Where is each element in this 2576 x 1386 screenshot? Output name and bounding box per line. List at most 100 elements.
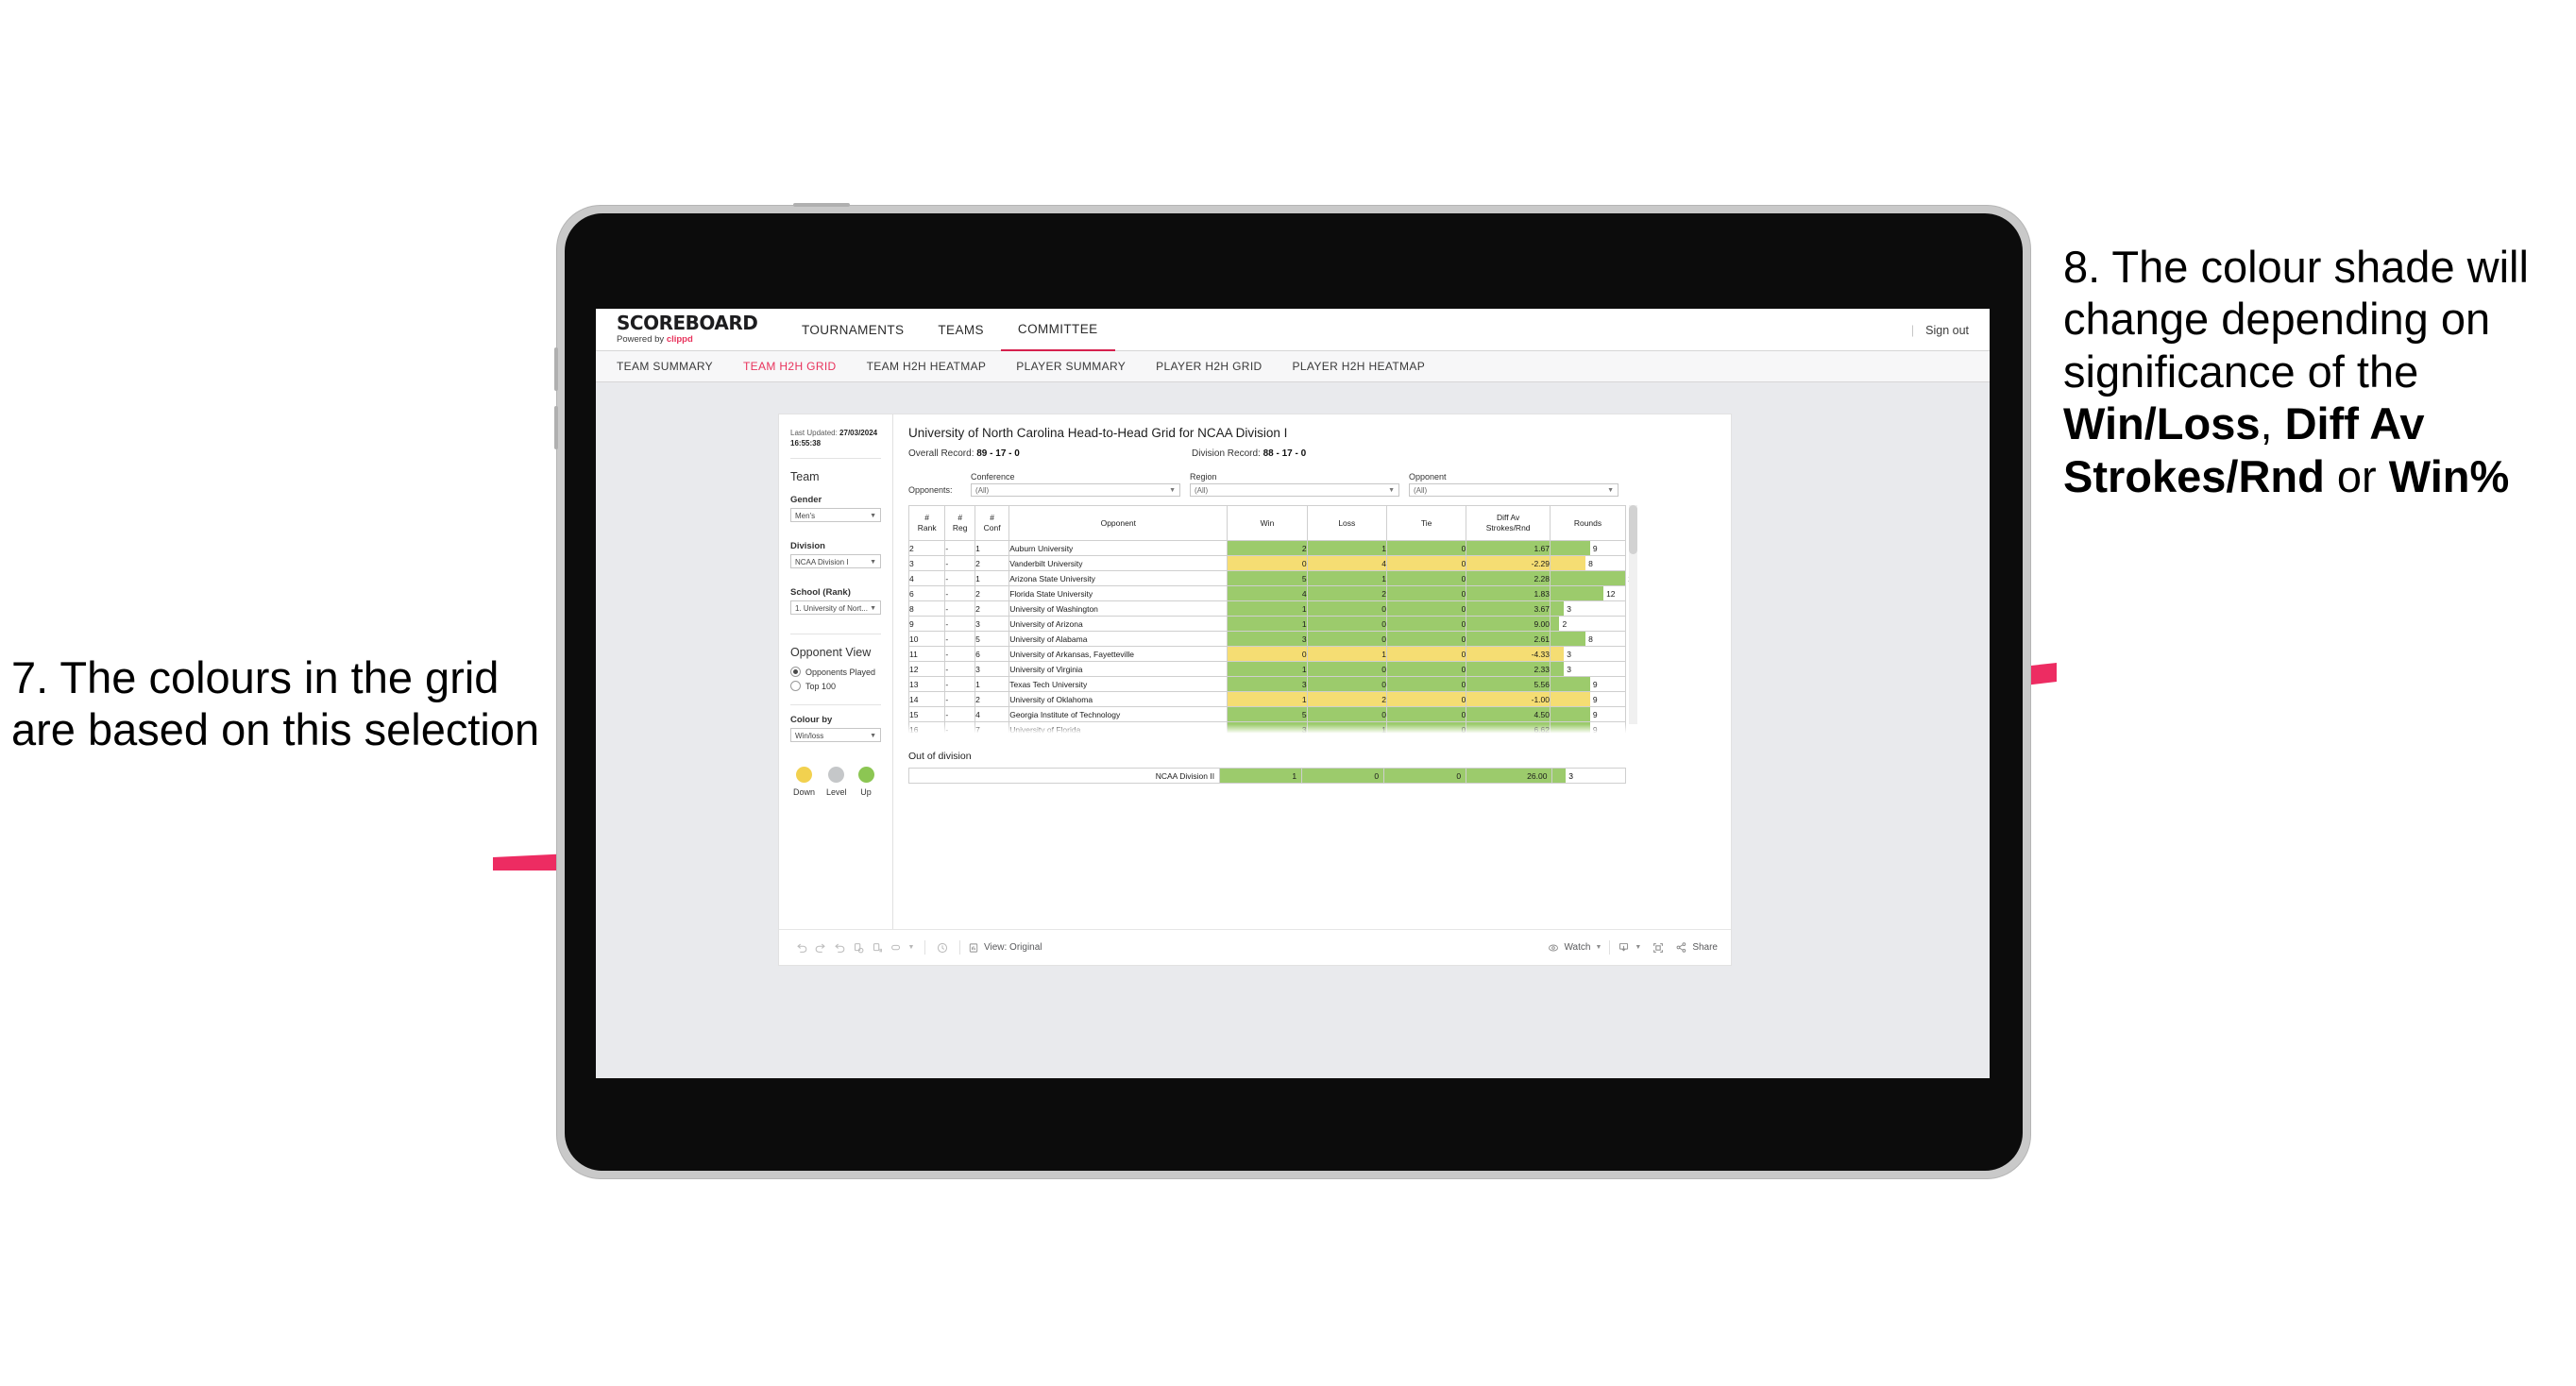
cell-win: 1 xyxy=(1227,616,1308,632)
region-filter-select[interactable]: (All) ▼ xyxy=(1190,483,1399,497)
cell-rounds: 17 xyxy=(1550,570,1636,586)
divider xyxy=(790,704,881,705)
pause-icon[interactable] xyxy=(868,938,887,957)
gender-filter-select[interactable]: Men's ▼ xyxy=(790,508,881,522)
cell-tie: 0 xyxy=(1385,600,1467,617)
school-filter-select[interactable]: 1. University of Nort... ▼ xyxy=(790,600,881,615)
share-button[interactable]: Share xyxy=(1675,941,1718,954)
rounds-value: 3 xyxy=(1567,649,1571,659)
gender-filter-label: Gender xyxy=(790,495,822,505)
cell-conf: 5 xyxy=(974,631,1010,647)
view-icon xyxy=(969,942,978,953)
opponent-filter-label: Opponent xyxy=(1409,472,1447,482)
nav-item-committee[interactable]: COMMITTEE xyxy=(1000,309,1115,351)
cell-win: 1 xyxy=(1219,768,1303,784)
radio-opponents-played[interactable]: Opponents Played xyxy=(790,667,881,677)
division-filter-select[interactable]: NCAA Division I ▼ xyxy=(790,554,881,568)
table-row[interactable]: 2-1 Auburn University 2 1 0 1.67 9 xyxy=(907,540,1626,556)
opponent-filter-select[interactable]: (All) ▼ xyxy=(1409,483,1618,497)
legend-caption: Level xyxy=(826,787,847,797)
opponent-filter-row: Opponents: Conference (All) ▼ Region (Al xyxy=(908,472,1716,497)
table-row[interactable]: 4-1Arizona State University5102.2817 xyxy=(907,570,1636,586)
watch-button[interactable]: Watch ▼ xyxy=(1548,942,1602,954)
column-header-tie[interactable]: Tie xyxy=(1385,505,1467,541)
region-filter-label: Region xyxy=(1190,472,1217,482)
column-header-diff-av-strokes[interactable]: Diff Av Strokes/Rnd xyxy=(1466,505,1551,541)
redo-icon[interactable] xyxy=(811,938,830,957)
subnav-item-player-h2h-grid[interactable]: PLAYER H2H GRID xyxy=(1141,360,1277,373)
out-of-division-body: NCAA Division II 1 0 0 26.00 3 xyxy=(907,768,1626,784)
alerts-icon[interactable] xyxy=(933,938,952,957)
cell-loss: 0 xyxy=(1306,706,1387,722)
table-row[interactable]: 14-2 University of Oklahoma 1 2 0 -1.00 9 xyxy=(907,691,1626,707)
subnav-item-team-h2h-heatmap[interactable]: TEAM H2H HEATMAP xyxy=(852,360,1002,373)
radio-icon xyxy=(790,667,801,677)
table-row[interactable]: 12-3 University of Virginia 1 0 0 2.33 3 xyxy=(907,661,1626,677)
table-row[interactable]: 10-5 University of Alabama 3 0 0 2.61 8 xyxy=(907,631,1626,647)
share-icon xyxy=(1676,942,1686,953)
column-header-reg[interactable]: # Reg xyxy=(944,505,976,541)
radio-icon xyxy=(790,681,801,691)
subnav-item-player-h2h-heatmap[interactable]: PLAYER H2H HEATMAP xyxy=(1278,360,1441,373)
subnav-item-player-summary[interactable]: PLAYER SUMMARY xyxy=(1001,360,1141,373)
radio-top-100[interactable]: Top 100 xyxy=(790,681,881,691)
cell-conf: 4 xyxy=(974,706,1010,722)
cell-win: 3 xyxy=(1227,676,1308,692)
conference-filter-select[interactable]: (All) ▼ xyxy=(971,483,1180,497)
cell-rounds: 3 xyxy=(1550,600,1626,617)
table-row[interactable]: 13-1 Texas Tech University 3 0 0 5.56 9 xyxy=(907,676,1626,692)
undo-icon[interactable] xyxy=(792,938,811,957)
refresh-icon[interactable] xyxy=(849,938,868,957)
nav-item-tournaments[interactable]: TOURNAMENTS xyxy=(785,309,921,351)
radio-label: Top 100 xyxy=(805,681,837,691)
column-header-loss[interactable]: Loss xyxy=(1306,505,1387,541)
chevron-down-icon[interactable]: ▼ xyxy=(906,938,917,957)
subnav-item-team-summary[interactable]: TEAM SUMMARY xyxy=(596,360,728,373)
table-row[interactable]: 3-2 Vanderbilt University 0 4 0 -2.29 8 xyxy=(907,555,1626,571)
fullscreen-icon[interactable] xyxy=(1649,938,1668,957)
chevron-down-icon: ▼ xyxy=(1595,944,1602,951)
nav-item-teams[interactable]: TEAMS xyxy=(921,309,1001,351)
overall-record-value: 89 - 17 - 0 xyxy=(976,448,1020,459)
table-fade-overlay xyxy=(908,724,1639,737)
cell-win: 2 xyxy=(1227,540,1308,556)
table-scrollbar-thumb[interactable] xyxy=(1629,505,1637,554)
cell-rank: 9 xyxy=(907,616,946,632)
table-row[interactable]: 9-3 University of Arizona 1 0 0 9.00 2 xyxy=(907,616,1626,632)
cell-rounds: 9 xyxy=(1550,691,1626,707)
column-header-rank[interactable]: # Rank xyxy=(907,505,946,541)
table-row[interactable]: 8-2 University of Washington 1 0 0 3.67 3 xyxy=(907,600,1626,617)
cell-diff: 3.67 xyxy=(1466,600,1551,617)
revert-icon[interactable] xyxy=(830,938,849,957)
cell-rank: 15 xyxy=(907,706,946,722)
table-row[interactable]: 15-4 Georgia Institute of Technology 5 0 0 4.… xyxy=(907,706,1626,722)
cell-rounds: 9 xyxy=(1550,540,1626,556)
table-row[interactable]: 11-6 University of Arkansas, Fayetteville… xyxy=(907,646,1626,662)
table-row[interactable]: 6-2 Florida State University 4 2 0 1.83 12 xyxy=(907,585,1626,601)
cell-tie: 0 xyxy=(1385,570,1467,586)
grid-panel: University of North Carolina Head-to-Hea… xyxy=(893,414,1731,929)
colour-by-select[interactable]: Win/loss ▼ xyxy=(790,728,881,742)
app-screen: SCOREBOARD Powered by clippd TOURNAMENTS… xyxy=(596,309,1990,1078)
rounds-bar xyxy=(1551,541,1590,555)
subnav-item-team-h2h-grid[interactable]: TEAM H2H GRID xyxy=(728,360,852,373)
sign-out-link[interactable]: Sign out xyxy=(1925,324,1969,337)
cell-diff: 2.61 xyxy=(1466,631,1551,647)
column-header-conf[interactable]: # Conf xyxy=(974,505,1010,541)
pan-icon[interactable] xyxy=(887,938,906,957)
cell-conf: 1 xyxy=(974,540,1010,556)
cell-tie: 0 xyxy=(1385,691,1467,707)
cell-diff: 26.00 xyxy=(1466,768,1553,784)
column-header-opponent[interactable]: Opponent xyxy=(1008,505,1229,541)
cell-opponent: University of Arkansas, Fayetteville xyxy=(1008,646,1229,662)
out-of-division-row[interactable]: NCAA Division II 1 0 0 26.00 3 xyxy=(907,768,1626,784)
download-icon xyxy=(1619,942,1629,952)
column-header-win[interactable]: Win xyxy=(1227,505,1308,541)
rounds-bar xyxy=(1551,677,1590,691)
download-button[interactable]: ▼ xyxy=(1618,941,1641,954)
view-original-button[interactable]: View: Original xyxy=(968,942,1042,954)
divider: | xyxy=(1910,323,1915,337)
cell-win: 1 xyxy=(1227,600,1308,617)
column-header-rounds[interactable]: Rounds xyxy=(1550,505,1626,541)
cell-tie: 0 xyxy=(1385,676,1467,692)
